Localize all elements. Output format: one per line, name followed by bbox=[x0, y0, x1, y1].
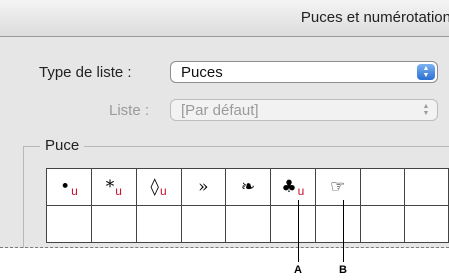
list-popup[interactable]: [Par défaut] ▲ ▼ bbox=[170, 99, 438, 121]
bullet-cell[interactable]: ◊u bbox=[135, 168, 182, 206]
guillemet-icon: » bbox=[198, 177, 209, 197]
bullet-cell[interactable]: ❧ bbox=[225, 168, 271, 206]
bullet-cell[interactable]: ♣u bbox=[269, 168, 316, 206]
bullets-numbering-dialog: Puces et numérotation Type de liste : Pu… bbox=[0, 0, 449, 248]
bullet-cell[interactable]: •u bbox=[46, 168, 92, 206]
bullet-cell-empty[interactable] bbox=[135, 205, 182, 243]
bullet-cell-empty[interactable] bbox=[314, 205, 361, 243]
bullet-cell-empty[interactable] bbox=[46, 205, 92, 243]
bullet-cell[interactable]: *u bbox=[90, 168, 137, 206]
bullet-cell-empty[interactable] bbox=[90, 205, 137, 243]
list-value: [Par défaut] bbox=[181, 102, 259, 119]
dialog-title: Puces et numérotation bbox=[300, 9, 449, 26]
bullet-group-title: Puce bbox=[40, 137, 85, 154]
callout-line-b bbox=[343, 200, 344, 262]
font-marker: u bbox=[159, 183, 167, 198]
bullet-cell[interactable]: ☞ bbox=[314, 168, 361, 206]
title-bar: Puces et numérotation bbox=[0, 0, 449, 37]
bullet-cell-empty[interactable] bbox=[359, 205, 405, 243]
bullet-cell[interactable]: » bbox=[180, 168, 227, 206]
bullet-row bbox=[46, 205, 449, 243]
list-label: Liste : bbox=[109, 102, 150, 119]
bullet-cell-empty[interactable] bbox=[269, 205, 316, 243]
bullet-dot-icon: • bbox=[60, 176, 71, 197]
popup-arrows-icon: ▲ ▼ bbox=[417, 102, 435, 118]
font-marker: u bbox=[297, 183, 305, 198]
bullet-row: •u *u ◊u » ❧ ♣u ☞ bbox=[46, 168, 449, 206]
pointing-hand-icon: ☞ bbox=[330, 177, 346, 197]
list-type-popup[interactable]: Puces ▲ ▼ bbox=[170, 61, 438, 83]
popup-arrows-icon: ▲ ▼ bbox=[417, 64, 435, 80]
bullet-cell-empty[interactable] bbox=[180, 205, 227, 243]
callout-line-a bbox=[298, 200, 299, 262]
callout-label-a: A bbox=[294, 264, 302, 276]
bullet-cell-empty[interactable] bbox=[403, 205, 449, 243]
lozenge-icon: ◊ bbox=[150, 176, 159, 197]
club-icon: ♣ bbox=[281, 176, 297, 197]
list-type-label: Type de liste : bbox=[39, 64, 132, 81]
font-marker: u bbox=[71, 183, 78, 198]
bullet-cell-empty[interactable] bbox=[359, 168, 405, 206]
asterisk-icon: * bbox=[105, 176, 115, 197]
list-type-value: Puces bbox=[181, 64, 223, 81]
callout-label-b: B bbox=[339, 264, 347, 276]
bullet-cell-empty[interactable] bbox=[403, 168, 449, 206]
font-marker: u bbox=[115, 183, 122, 198]
floral-heart-icon: ❧ bbox=[240, 177, 256, 197]
bullet-cell-empty[interactable] bbox=[225, 205, 271, 243]
bullet-character-grid: •u *u ◊u » ❧ ♣u ☞ bbox=[46, 168, 449, 243]
